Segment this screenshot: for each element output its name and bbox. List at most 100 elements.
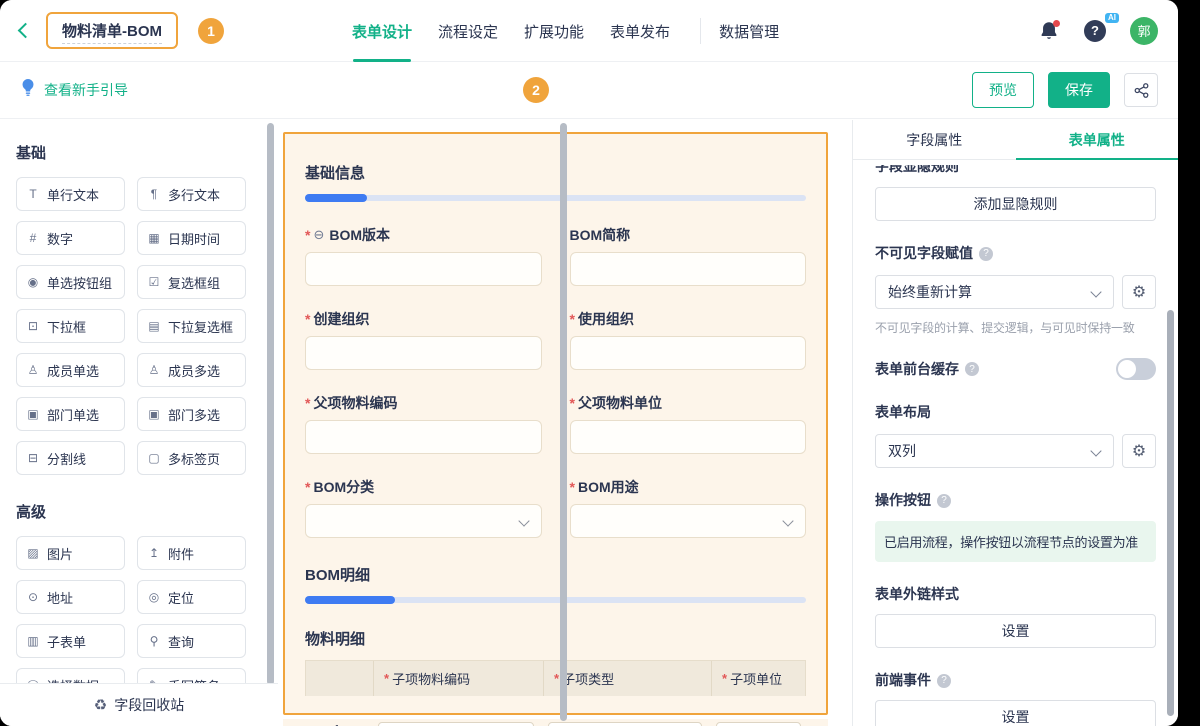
- row-cell-select[interactable]: [548, 722, 702, 726]
- recycle-icon: ♻: [94, 696, 107, 714]
- invisible-field-assign-select[interactable]: 始终重新计算: [875, 275, 1114, 309]
- sidebar-scrollbar[interactable]: [267, 123, 274, 685]
- field-type-dept-multi[interactable]: ▣部门多选: [137, 397, 246, 431]
- canvas-scrollbar[interactable]: [560, 123, 567, 721]
- tab-flow-setting[interactable]: 流程设定: [438, 0, 498, 62]
- row-cell-input[interactable]: [378, 722, 534, 726]
- field-type-subform[interactable]: ▥子表单: [16, 624, 125, 658]
- row-cell-input[interactable]: [716, 722, 801, 726]
- form-layout-heading: 表单布局: [875, 404, 1156, 421]
- subtable-col-child-type[interactable]: *子项类型: [544, 661, 712, 696]
- field-type-number[interactable]: #数字: [16, 221, 125, 255]
- subtable-header-row: *子项物料编码 *子项类型 *子项单位: [305, 660, 806, 696]
- help-icon[interactable]: ? AI: [1084, 20, 1106, 42]
- field-type-location[interactable]: ◎定位: [137, 580, 246, 614]
- field-type-image[interactable]: ▨图片: [16, 536, 125, 570]
- divider-progress-2: [305, 596, 806, 604]
- action-buttons-heading: 操作按钮?: [875, 492, 1156, 509]
- beginner-guide-link[interactable]: 查看新手引导: [44, 80, 128, 100]
- bom-version-input[interactable]: [305, 252, 542, 286]
- tab-field-properties[interactable]: 字段属性: [853, 120, 1016, 159]
- add-visibility-rule-button[interactable]: 添加显隐规则: [875, 187, 1156, 221]
- subtable-col-child-code[interactable]: *子项物料编码: [374, 661, 544, 696]
- divider-icon: ⊟: [26, 451, 40, 465]
- bom-abbr-input[interactable]: [570, 252, 807, 286]
- field-type-single-line-text[interactable]: T单行文本: [16, 177, 125, 211]
- invisible-field-hint: 不可见字段的计算、提交逻辑，与可见时保持一致: [875, 319, 1156, 336]
- share-icon[interactable]: [1124, 73, 1158, 107]
- form-layout-select[interactable]: 双列: [875, 434, 1114, 468]
- field-type-radio-group[interactable]: ◉单选按钮组: [16, 265, 125, 299]
- query-icon: ⚲: [147, 634, 161, 648]
- field-type-member-multi[interactable]: ♙成员多选: [137, 353, 246, 387]
- bom-category-select[interactable]: [305, 504, 542, 538]
- checkbox-group-icon: ☑: [147, 275, 161, 289]
- create-org-input[interactable]: [305, 336, 542, 370]
- multi-tab-icon: ▢: [147, 451, 161, 465]
- panel-scrollbar[interactable]: [1167, 310, 1174, 716]
- tab-form-properties[interactable]: 表单属性: [1016, 120, 1179, 159]
- field-recycle-bin[interactable]: ♻ 字段回收站: [0, 683, 278, 726]
- field-parent-material-code[interactable]: *父项物料编码: [305, 394, 542, 454]
- bom-usage-select[interactable]: [570, 504, 807, 538]
- field-bom-usage[interactable]: *BOM用途: [570, 478, 807, 538]
- help-tip-icon[interactable]: ?: [937, 674, 951, 688]
- parent-material-code-input[interactable]: [305, 420, 542, 454]
- subtable-first-row: 1: [283, 719, 828, 726]
- front-cache-toggle[interactable]: [1116, 358, 1156, 380]
- field-bom-abbr[interactable]: BOM简称: [570, 226, 807, 286]
- frontend-event-heading: 前端事件?: [875, 672, 1156, 689]
- tab-extensions[interactable]: 扩展功能: [524, 0, 584, 62]
- ai-badge: AI: [1105, 13, 1119, 24]
- field-create-org[interactable]: *创建组织: [305, 310, 542, 370]
- clipped-heading-visibility-rules: 字段显隐规则: [875, 165, 1156, 176]
- help-tip-icon[interactable]: ?: [979, 247, 993, 261]
- lightbulb-icon: [20, 78, 36, 103]
- field-type-multi-tab[interactable]: ▢多标签页: [137, 441, 246, 475]
- field-type-dept-single[interactable]: ▣部门单选: [16, 397, 125, 431]
- annotation-badge-1: 1: [198, 18, 224, 44]
- use-org-input[interactable]: [570, 336, 807, 370]
- field-type-divider[interactable]: ⊟分割线: [16, 441, 125, 475]
- help-tip-icon[interactable]: ?: [937, 494, 951, 508]
- subtable-corner-cell: [306, 661, 374, 696]
- parent-material-unit-input[interactable]: [570, 420, 807, 454]
- multi-line-text-icon: ¶: [147, 187, 161, 201]
- form-title-box[interactable]: 物料清单-BOM: [46, 12, 178, 49]
- field-bom-version[interactable]: *⊖BOM版本: [305, 226, 542, 286]
- dept-multi-icon: ▣: [147, 407, 161, 421]
- field-parent-material-unit[interactable]: *父项物料单位: [570, 394, 807, 454]
- front-cache-heading: 表单前台缓存?: [875, 361, 979, 378]
- tab-form-publish[interactable]: 表单发布: [610, 0, 670, 62]
- gear-icon[interactable]: ⚙: [1122, 275, 1156, 309]
- field-type-member-single[interactable]: ♙成员单选: [16, 353, 125, 387]
- field-type-multi-dropdown[interactable]: ▤下拉复选框: [137, 309, 246, 343]
- help-tip-icon[interactable]: ?: [965, 362, 979, 376]
- field-type-checkbox-group[interactable]: ☑复选框组: [137, 265, 246, 299]
- frontend-event-settings-button[interactable]: 设置: [875, 700, 1156, 726]
- avatar[interactable]: 郭: [1130, 17, 1158, 45]
- datetime-icon: ▦: [147, 231, 161, 245]
- field-type-dropdown[interactable]: ⊡下拉框: [16, 309, 125, 343]
- subtable-col-child-unit[interactable]: *子项单位: [712, 661, 805, 696]
- save-button[interactable]: 保存: [1048, 72, 1110, 108]
- preview-button[interactable]: 预览: [972, 72, 1034, 108]
- location-icon: ◎: [147, 590, 161, 604]
- form-canvas-highlight[interactable]: 基础信息 *⊖BOM版本 BOM简称 *创建组织: [283, 132, 828, 715]
- field-type-address[interactable]: ⊙地址: [16, 580, 125, 614]
- field-type-multi-line-text[interactable]: ¶多行文本: [137, 177, 246, 211]
- gear-icon[interactable]: ⚙: [1122, 434, 1156, 468]
- field-use-org[interactable]: *使用组织: [570, 310, 807, 370]
- external-link-style-settings-button[interactable]: 设置: [875, 614, 1156, 648]
- row-index: 1: [303, 719, 371, 726]
- tab-form-design[interactable]: 表单设计: [352, 0, 412, 62]
- field-type-query[interactable]: ⚲查询: [137, 624, 246, 658]
- tab-data-management[interactable]: 数据管理: [719, 0, 779, 62]
- field-bom-category[interactable]: *BOM分类: [305, 478, 542, 538]
- image-icon: ▨: [26, 546, 40, 560]
- dropdown-icon: ⊡: [26, 319, 40, 333]
- notification-bell-icon[interactable]: [1038, 20, 1060, 42]
- field-type-attachment[interactable]: ↥附件: [137, 536, 246, 570]
- back-icon[interactable]: [18, 23, 34, 39]
- field-type-datetime[interactable]: ▦日期时间: [137, 221, 246, 255]
